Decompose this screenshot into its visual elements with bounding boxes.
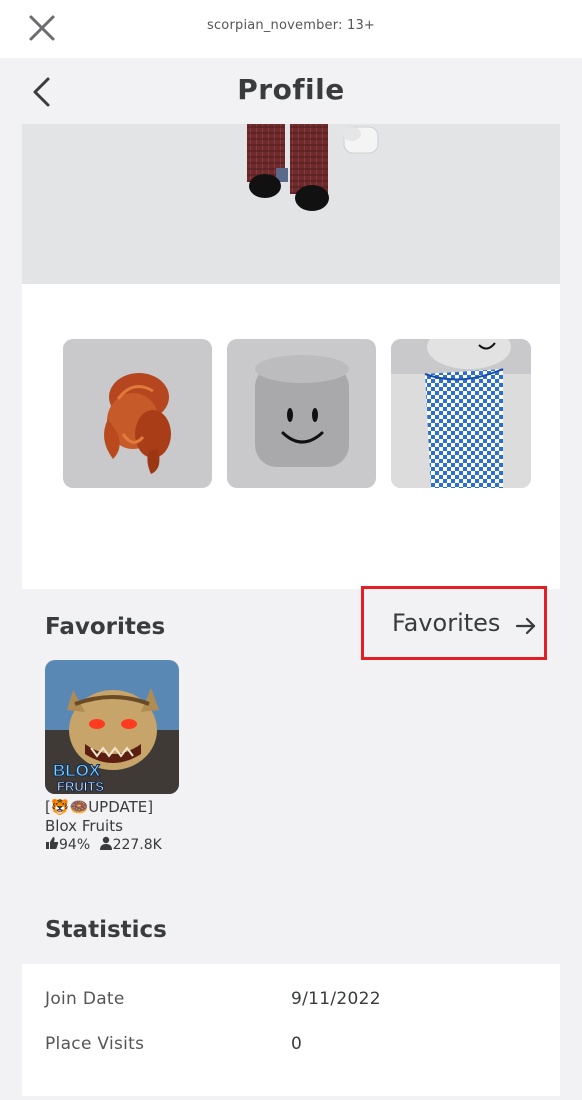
avatar-preview xyxy=(22,124,560,284)
favorites-heading: Favorites xyxy=(45,614,166,640)
game-title-line1: [🐯🍩UPDATE] xyxy=(45,798,154,816)
favorites-link-button[interactable]: Favorites xyxy=(361,586,547,660)
account-label: scorpian_november: 13+ xyxy=(206,18,376,33)
favorites-link-label: Favorites xyxy=(392,609,501,637)
thumbs-up-icon xyxy=(46,837,59,849)
game-title-line2: Blox Fruits xyxy=(45,817,123,835)
avatar-legs-image xyxy=(247,124,379,211)
hair-item-image xyxy=(104,373,171,474)
place-visits-value: 0 xyxy=(291,1034,303,1054)
avatar-item-tile[interactable] xyxy=(227,339,376,488)
favorite-game-card[interactable]: BLOX FRUITS [🐯🍩UPDATE] Blox Fruits 94% 2… xyxy=(45,660,185,854)
player-icon xyxy=(99,836,112,850)
arrow-right-icon xyxy=(515,617,536,635)
statistics-panel: Join Date 9/11/2022 Place Visits 0 xyxy=(22,964,560,1100)
currently-wearing-panel xyxy=(22,284,560,589)
join-date-label: Join Date xyxy=(45,989,125,1009)
place-visits-label: Place Visits xyxy=(45,1034,145,1054)
game-logo-text: BLOX xyxy=(53,761,101,780)
bottom-spacer xyxy=(0,1096,582,1100)
top-bar: scorpian_november: 13+ xyxy=(0,0,582,58)
avatar-item-tile[interactable] xyxy=(391,339,531,488)
game-thumbnail: BLOX FRUITS xyxy=(45,660,179,794)
page-header: Profile xyxy=(0,58,582,124)
join-date-value: 9/11/2022 xyxy=(291,989,381,1009)
statistics-heading: Statistics xyxy=(45,917,167,943)
page-title: Profile xyxy=(237,73,345,106)
head-item-image xyxy=(255,355,349,467)
game-logo-text: FRUITS xyxy=(57,779,104,794)
game-player-count: 227.8K xyxy=(112,837,162,853)
game-stats: 94% 227.8K xyxy=(45,836,185,854)
game-rating: 94% xyxy=(59,837,91,853)
shirt-item-image xyxy=(391,339,531,488)
avatar-item-tile[interactable] xyxy=(63,339,212,488)
